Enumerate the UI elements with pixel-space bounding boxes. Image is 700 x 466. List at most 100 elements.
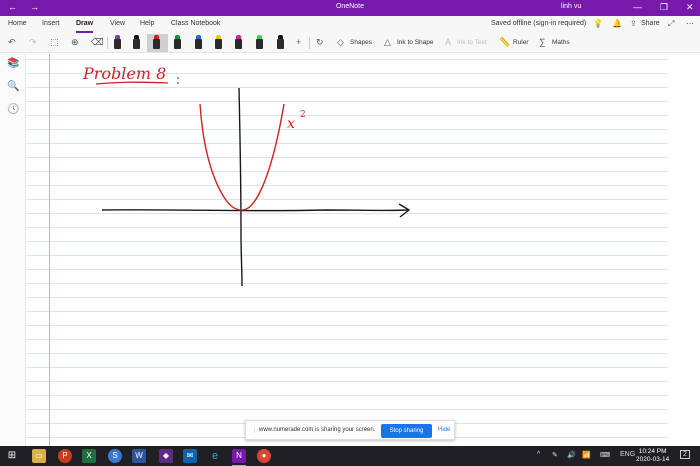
recent-clock-icon[interactable]: 🕓 bbox=[7, 104, 19, 115]
ruler-button[interactable]: Ruler bbox=[513, 39, 529, 46]
app-title: OneNote bbox=[335, 3, 365, 10]
page-scroll-area[interactable] bbox=[668, 54, 700, 446]
screen-share-bar: ⋮ www.numerade.com is sharing your scree… bbox=[245, 420, 455, 440]
pen-green[interactable] bbox=[173, 35, 182, 50]
tab-draw[interactable]: Draw bbox=[76, 20, 94, 33]
search-icon[interactable]: 🔍 bbox=[7, 81, 19, 92]
hide-button[interactable]: Hide bbox=[438, 427, 450, 433]
user-name[interactable]: linh vu bbox=[561, 3, 581, 10]
onenote-icon[interactable]: N bbox=[232, 449, 246, 466]
pen-body bbox=[174, 39, 181, 49]
tab-view[interactable]: View bbox=[110, 20, 125, 27]
draw-toolbar: ↶ ↷ ⬚ ⊕ ⌫ + ↻ ◇ Shapes △ Ink to Shape A … bbox=[0, 33, 700, 53]
add-pen-icon[interactable]: + bbox=[296, 37, 301, 47]
pen-body bbox=[256, 39, 263, 49]
pen-magenta[interactable] bbox=[234, 35, 243, 50]
network-icon[interactable]: 📶 bbox=[582, 451, 591, 459]
share-button[interactable]: Share bbox=[641, 20, 660, 27]
touch-keyboard-icon[interactable]: ✎ bbox=[552, 451, 558, 459]
pen-black[interactable] bbox=[132, 35, 141, 50]
ink-to-text-button[interactable]: Ink to Text bbox=[457, 39, 487, 46]
excel-icon[interactable]: X bbox=[82, 449, 96, 463]
pen-body bbox=[153, 39, 160, 49]
maths-button[interactable]: Maths bbox=[552, 39, 570, 46]
pen-body bbox=[114, 39, 121, 49]
ruler-icon[interactable]: 📏 bbox=[499, 37, 510, 47]
minimize-icon[interactable]: — bbox=[633, 2, 642, 12]
title-underline bbox=[95, 81, 169, 85]
ink-replay-icon[interactable]: ↻ bbox=[316, 37, 324, 47]
eraser-icon[interactable]: ⌫ bbox=[91, 37, 104, 47]
pen-body bbox=[277, 39, 284, 49]
language-indicator[interactable]: ENG bbox=[620, 451, 635, 458]
pen-body bbox=[215, 39, 222, 49]
pen-yellow[interactable] bbox=[214, 35, 223, 50]
share-icon[interactable]: ⇪ bbox=[630, 19, 637, 28]
close-icon[interactable]: ✕ bbox=[686, 2, 694, 12]
toolbar-divider bbox=[309, 37, 310, 49]
shapes-button[interactable]: Shapes bbox=[350, 39, 372, 46]
word-icon[interactable]: W bbox=[132, 449, 146, 463]
expand-icon[interactable]: ⤢ bbox=[668, 19, 674, 29]
notebooks-icon[interactable]: 📚 bbox=[7, 58, 19, 69]
curve-exponent: 2 bbox=[300, 110, 306, 120]
curve-label: x bbox=[287, 116, 295, 132]
file-explorer-icon[interactable]: ▭ bbox=[32, 449, 46, 463]
title-colon-dot bbox=[177, 82, 179, 84]
notification-center-icon[interactable]: 2 bbox=[680, 450, 690, 459]
navigation-rail: 📚 🔍 🕓 bbox=[0, 54, 26, 446]
pen-body bbox=[235, 39, 242, 49]
pen-red[interactable] bbox=[152, 35, 161, 50]
tab-class-notebook[interactable]: Class Notebook bbox=[171, 20, 220, 27]
undo-icon[interactable]: ↶ bbox=[8, 37, 16, 47]
lasso-select-icon[interactable]: ⬚ bbox=[50, 37, 59, 47]
x-axis-stroke bbox=[101, 209, 409, 212]
ink-to-shape-button[interactable]: Ink to Shape bbox=[397, 39, 434, 46]
skype-icon[interactable]: S bbox=[108, 449, 122, 463]
ink-to-text-icon[interactable]: A bbox=[445, 37, 451, 47]
drag-handle-icon[interactable]: ⋮ bbox=[251, 426, 258, 434]
pen-black-2[interactable] bbox=[276, 35, 285, 50]
y-axis-stroke bbox=[238, 87, 243, 287]
restore-icon[interactable]: ❐ bbox=[660, 2, 668, 12]
handwritten-title: Problem 8 bbox=[82, 64, 166, 83]
keyboard-icon[interactable]: ⌨ bbox=[600, 451, 610, 459]
powerpoint-icon[interactable]: P bbox=[58, 449, 72, 463]
chrome-icon[interactable]: ● bbox=[257, 449, 271, 463]
add-space-icon[interactable]: ⊕ bbox=[71, 37, 79, 47]
pen-blue[interactable] bbox=[194, 35, 203, 50]
bell-icon[interactable]: 🔔 bbox=[612, 19, 622, 28]
maths-icon[interactable]: ∑ bbox=[539, 37, 545, 47]
sync-status: Saved offline (sign-in required) bbox=[491, 20, 587, 27]
pen-body bbox=[195, 39, 202, 49]
lightbulb-icon[interactable]: 💡 bbox=[593, 19, 603, 28]
parabola-curve bbox=[199, 103, 285, 211]
ribbon-tabs: Home Insert Draw View Help Class Noteboo… bbox=[0, 16, 700, 33]
tab-help[interactable]: Help bbox=[140, 20, 154, 27]
taskbar: ⊞ ▭ P X S W ◆ ✉ e N ● ^ ✎ 🔊 📶 ⌨ ENG 10:2… bbox=[0, 446, 700, 466]
windows-start-icon[interactable]: ⊞ bbox=[5, 449, 19, 463]
toolbar-divider bbox=[107, 37, 108, 49]
tab-insert[interactable]: Insert bbox=[42, 20, 60, 27]
volume-icon[interactable]: 🔊 bbox=[567, 451, 576, 459]
pen-body bbox=[133, 39, 140, 49]
clock-time: 10:24 PM bbox=[638, 448, 667, 455]
visual-studio-icon[interactable]: ◆ bbox=[159, 449, 173, 463]
ink-to-shape-icon[interactable]: △ bbox=[384, 37, 391, 47]
title-bar: ← → OneNote linh vu — ❐ ✕ bbox=[0, 0, 700, 16]
stop-sharing-button[interactable]: Stop sharing bbox=[381, 424, 432, 438]
clock-date: 2020-03-14 bbox=[636, 456, 670, 463]
shapes-icon[interactable]: ◇ bbox=[337, 37, 344, 47]
mail-icon[interactable]: ✉ bbox=[183, 449, 197, 463]
pen-purple-tip[interactable] bbox=[113, 35, 122, 50]
chevron-up-icon[interactable]: ^ bbox=[537, 451, 540, 458]
tab-home[interactable]: Home bbox=[8, 20, 27, 27]
more-options-icon[interactable]: ⋯ bbox=[686, 19, 694, 28]
redo-icon[interactable]: ↷ bbox=[29, 37, 37, 47]
system-clock[interactable]: 10:24 PM 2020-03-14 bbox=[636, 448, 669, 464]
edge-browser-icon[interactable]: e bbox=[208, 449, 222, 463]
highlighter-green[interactable] bbox=[255, 35, 264, 50]
note-page-canvas[interactable]: Problem 8 x 2 bbox=[26, 54, 668, 446]
title-colon-dot bbox=[177, 77, 179, 79]
share-message: www.numerade.com is sharing your screen. bbox=[259, 427, 376, 433]
